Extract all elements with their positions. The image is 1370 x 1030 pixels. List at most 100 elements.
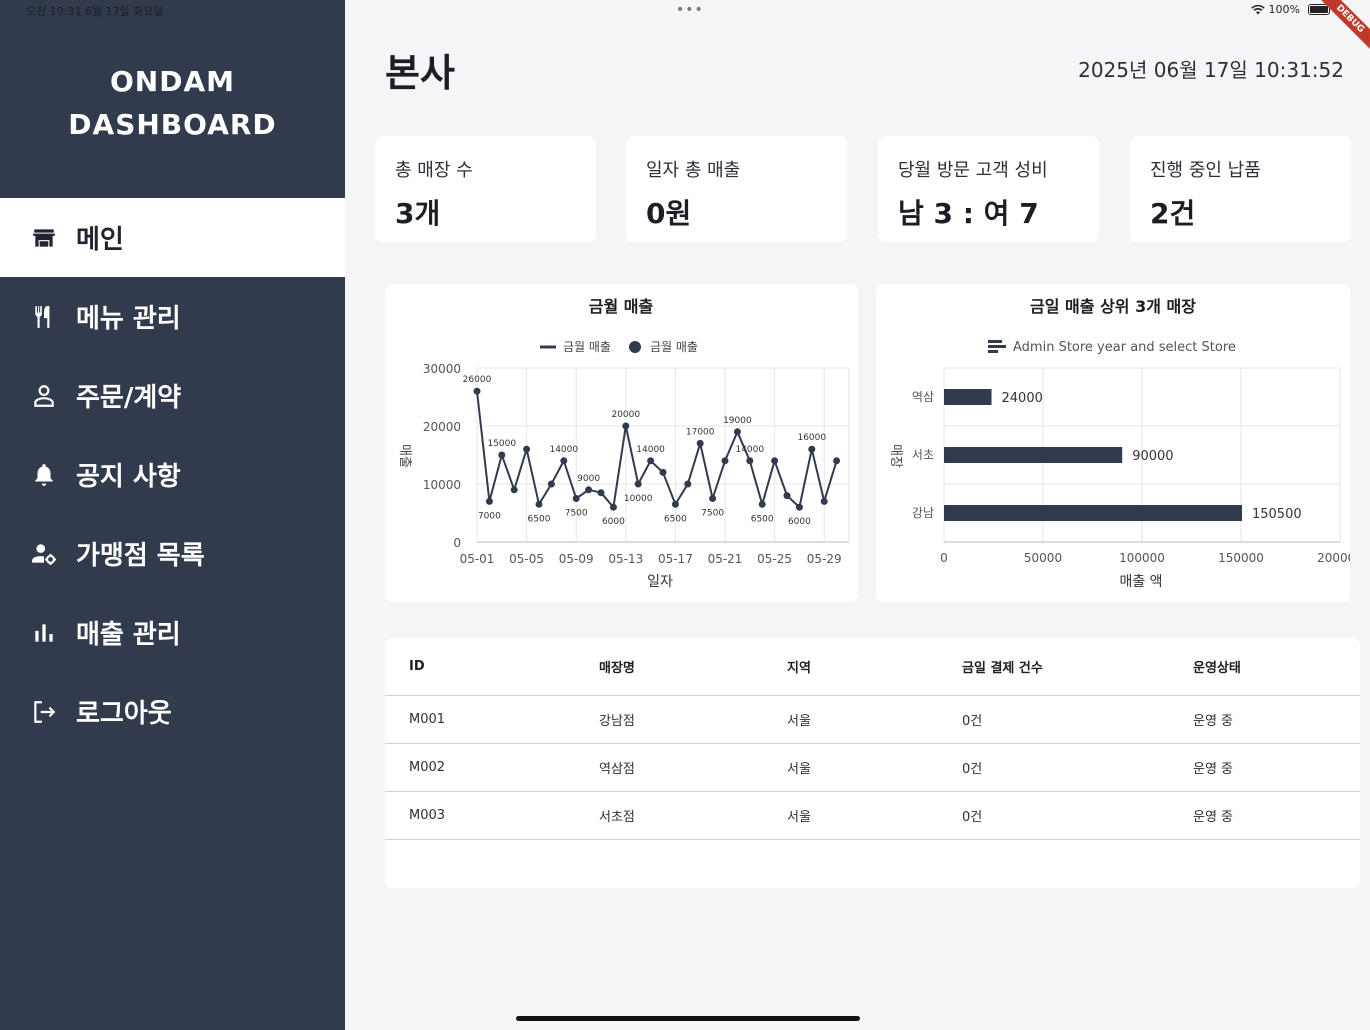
cell-status: 운영 중 [1193,695,1360,744]
bar [944,505,1242,521]
column-header-store-name: 매장명 [599,638,787,696]
x-tick-label: 05-09 [559,552,594,566]
stat-card-store-count: 총 매장 수 3개 [375,136,596,242]
sidebar-item-label: 공지 사항 [76,462,181,492]
data-point [721,457,729,465]
bar [944,447,1123,463]
page-title: 본사 [385,51,455,95]
data-label: 90000 [1132,449,1173,464]
legend-dot-marker [629,341,641,353]
sidebar-item-label: 메뉴 관리 [76,304,181,334]
sidebar-item-menu-management[interactable]: 메뉴 관리 [0,277,345,356]
cell-id: M002 [385,743,599,792]
cell-id: M003 [385,791,599,840]
data-point [746,457,754,465]
x-tick-label: 05-13 [608,552,643,566]
cell-store-name: 강남점 [599,695,787,744]
data-label: 26000 [463,375,492,385]
fork-knife-icon [30,303,58,331]
cell-payments: 0건 [962,791,1193,840]
data-label: 6000 [602,517,625,527]
top-stores-chart: 금일 매출 상위 3개 매장 Admin Store year and sele… [888,297,1363,590]
stat-value: 0원 [646,197,692,230]
data-label: 6500 [751,514,774,524]
data-label: 19000 [723,416,752,426]
wifi-icon [1250,4,1265,15]
legend-label: Admin Store year and select Store [1013,340,1236,355]
current-datetime: 2025년 06월 17일 10:31:52 [1078,58,1344,82]
stat-value: 3개 [395,197,441,230]
data-label: 6500 [664,514,687,524]
y-tick-label: 10000 [423,478,461,492]
legend-bars-icon [988,340,1006,353]
home-indicator[interactable] [516,1016,860,1021]
cell-region: 서울 [787,695,962,744]
sidebar-item-label: 가맹점 목록 [76,541,205,571]
y-tick-label: 30000 [423,362,461,376]
x-tick-label: 05-29 [807,552,842,566]
multitasking-dots-icon[interactable]: ••• [676,2,704,18]
sidebar-item-label: 매출 관리 [76,620,181,650]
battery-percent: 100% [1268,3,1300,16]
logout-icon [30,698,58,726]
y-tick-label: 0 [453,536,461,550]
table-row[interactable]: M001 강남점 서울 0건 운영 중 [385,695,1360,744]
table-row[interactable]: M002 역삼점 서울 0건 운영 중 [385,743,1360,792]
data-label: 20000 [611,410,640,420]
cell-payments: 0건 [962,695,1193,744]
sidebar-item-main[interactable]: 메인 [0,198,345,277]
cell-store-name: 서초점 [599,791,787,840]
data-label: 14000 [735,445,764,455]
stat-label: 진행 중인 납품 [1150,160,1261,181]
x-tick-label: 0 [940,551,948,565]
data-point [535,500,543,508]
data-point [485,497,493,505]
column-header-id: ID [385,638,599,696]
data-label: 7500 [701,509,724,519]
y-axis-label: 매출 [397,444,412,468]
sidebar-item-sales[interactable]: 매출 관리 [0,593,345,672]
data-label: 7000 [478,511,501,521]
x-tick-label: 05-01 [460,552,495,566]
data-point [783,492,791,500]
status-time: 오전 10:31 6월 17일 화요일 [26,5,164,18]
data-label: 6000 [788,517,811,527]
data-point [473,387,481,395]
data-point [498,451,506,459]
legend-label: 금월 매출 [563,340,611,354]
sidebar: ONDAM DASHBOARD 메인 메뉴 관리 주문/계약 공지 사항 가맹점… [0,0,345,1030]
stat-label: 총 매장 수 [395,160,473,181]
data-label: 9000 [577,474,600,484]
x-tick-label: 05-17 [658,552,693,566]
data-point [709,495,717,502]
sidebar-item-notices[interactable]: 공지 사항 [0,435,345,514]
y-axis-label: 매장 [888,444,903,468]
cell-payments: 0건 [962,743,1193,792]
data-point [622,422,630,430]
person-icon [30,382,58,410]
sidebar-item-orders[interactable]: 주문/계약 [0,356,345,435]
store-table: ID 매장명 지역 금일 결제 건수 운영상태 M001 강남점 서울 0건 운… [385,638,1360,840]
data-label: 16000 [797,433,826,443]
x-tick-label: 50000 [1024,551,1062,565]
sidebar-item-logout[interactable]: 로그아웃 [0,672,345,751]
stat-card-gender-ratio: 당월 방문 고객 성비 남 3 : 여 7 [878,136,1099,242]
x-axis-label: 매출 액 [1119,574,1162,590]
data-point [560,457,568,465]
y-tick-label: 서초 [912,448,934,462]
data-point [684,480,692,488]
column-header-status: 운영상태 [1193,638,1360,696]
sidebar-item-label: 주문/계약 [76,383,182,413]
sidebar-item-franchise-list[interactable]: 가맹점 목록 [0,514,345,593]
table-row[interactable]: M003 서초점 서울 0건 운영 중 [385,791,1360,840]
table-header-row: ID 매장명 지역 금일 결제 건수 운영상태 [385,638,1360,696]
data-label: 24000 [1002,391,1043,406]
x-axis-label: 일자 [647,574,673,590]
cell-id: M001 [385,695,599,744]
store-icon [30,224,58,252]
data-label: 17000 [686,427,715,437]
stat-value: 2건 [1150,197,1196,230]
stat-label: 일자 총 매출 [646,160,741,181]
x-tick-label: 05-05 [509,552,544,566]
x-tick-label: 200000 [1317,551,1350,565]
